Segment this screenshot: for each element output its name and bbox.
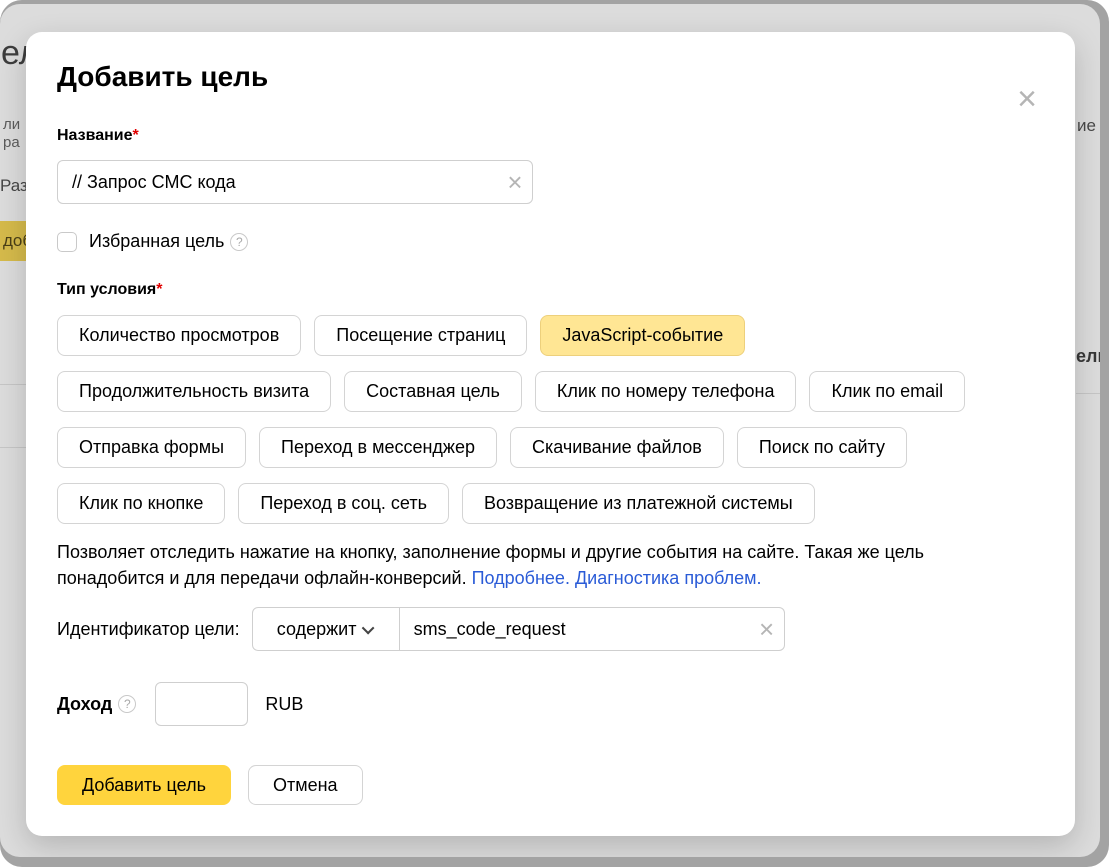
condition-type-chip[interactable]: Поиск по сайту: [737, 427, 907, 468]
background-text-fragment: Раз: [0, 176, 28, 196]
operator-select[interactable]: содержит: [252, 607, 400, 651]
condition-type-chip[interactable]: Клик по email: [809, 371, 965, 412]
dialog-title: Добавить цель: [57, 58, 1044, 96]
background-text-fragment: ли: [3, 116, 20, 133]
background-add-goal-button-fragment: доб: [0, 221, 26, 261]
condition-type-chip[interactable]: Переход в мессенджер: [259, 427, 497, 468]
condition-type-chip[interactable]: Отправка формы: [57, 427, 246, 468]
goal-name-input[interactable]: [58, 161, 498, 203]
condition-type-chip[interactable]: Скачивание файлов: [510, 427, 724, 468]
more-details-link[interactable]: Подробнее.: [472, 568, 570, 588]
condition-type-label: Тип условия*: [57, 281, 1044, 299]
favorite-goal-checkbox[interactable]: [57, 232, 77, 252]
background-divider: [1076, 393, 1100, 394]
goal-identifier-label: Идентификатор цели:: [57, 619, 240, 640]
goal-name-field: ×: [57, 160, 533, 204]
background-divider: [0, 384, 26, 385]
condition-type-chip[interactable]: Составная цель: [344, 371, 522, 412]
name-label-text: Название: [57, 127, 133, 144]
condition-type-chip[interactable]: Посещение страниц: [314, 315, 527, 356]
clear-name-icon[interactable]: ×: [498, 167, 532, 198]
required-asterisk: *: [156, 281, 162, 298]
goal-identifier-input[interactable]: [400, 608, 750, 650]
operator-value: содержит: [277, 619, 357, 640]
revenue-row: Доход ? RUB: [57, 682, 1044, 726]
dimmed-overlay: ел ли ра Раз доб ие ели × Добавить цель …: [0, 4, 1100, 857]
close-icon[interactable]: ×: [1009, 82, 1045, 118]
favorite-help-icon[interactable]: ?: [230, 233, 248, 251]
name-label: Название*: [57, 127, 1044, 145]
condition-type-chip[interactable]: Количество просмотров: [57, 315, 301, 356]
background-text-fragment: ра: [3, 134, 20, 151]
dialog-actions: Добавить цель Отмена: [57, 765, 1044, 805]
chip-row: Количество просмотров Посещение страниц Ja…: [57, 315, 1044, 356]
condition-type-chip[interactable]: JavaScript-событие: [540, 315, 745, 356]
add-goal-button[interactable]: Добавить цель: [57, 765, 231, 805]
window-frame: ел ли ра Раз доб ие ели × Добавить цель …: [0, 0, 1109, 867]
clear-identifier-icon[interactable]: ×: [750, 614, 784, 645]
cancel-button[interactable]: Отмена: [248, 765, 363, 805]
chevron-down-icon: [362, 621, 375, 634]
required-asterisk: *: [133, 127, 139, 144]
condition-type-chip[interactable]: Продолжительность визита: [57, 371, 331, 412]
condition-type-chips: Количество просмотров Посещение страниц Ja…: [57, 315, 1044, 524]
revenue-help-icon[interactable]: ?: [118, 695, 136, 713]
revenue-input[interactable]: [155, 682, 248, 726]
favorite-goal-row: Избранная цель ?: [57, 231, 1044, 252]
diagnostics-link[interactable]: Диагностика проблем.: [575, 568, 762, 588]
condition-type-chip[interactable]: Клик по номеру телефона: [535, 371, 797, 412]
currency-label: RUB: [265, 694, 303, 715]
chip-row: Продолжительность визита Составная цель Кл…: [57, 371, 1044, 412]
background-divider: [0, 447, 26, 448]
condition-type-label-text: Тип условия: [57, 281, 156, 298]
goal-identifier-field: ×: [400, 607, 785, 651]
condition-type-chip[interactable]: Переход в соц. сеть: [238, 483, 449, 524]
background-text-fragment: ие: [1077, 116, 1096, 136]
background-text-fragment: ели: [1076, 346, 1100, 367]
condition-description: Позволяет отследить нажатие на кнопку, з…: [57, 539, 1033, 591]
chip-row: Клик по кнопке Переход в соц. сеть Возвращ…: [57, 483, 1044, 524]
chip-row: Отправка формы Переход в мессенджер Скачив…: [57, 427, 1044, 468]
add-goal-dialog: × Добавить цель Название* × Избранная це…: [26, 32, 1075, 836]
condition-type-chip[interactable]: Клик по кнопке: [57, 483, 225, 524]
revenue-label: Доход: [57, 694, 112, 715]
favorite-goal-label: Избранная цель: [89, 231, 224, 252]
condition-type-chip[interactable]: Возвращение из платежной системы: [462, 483, 815, 524]
goal-identifier-row: Идентификатор цели: содержит ×: [57, 607, 1044, 651]
